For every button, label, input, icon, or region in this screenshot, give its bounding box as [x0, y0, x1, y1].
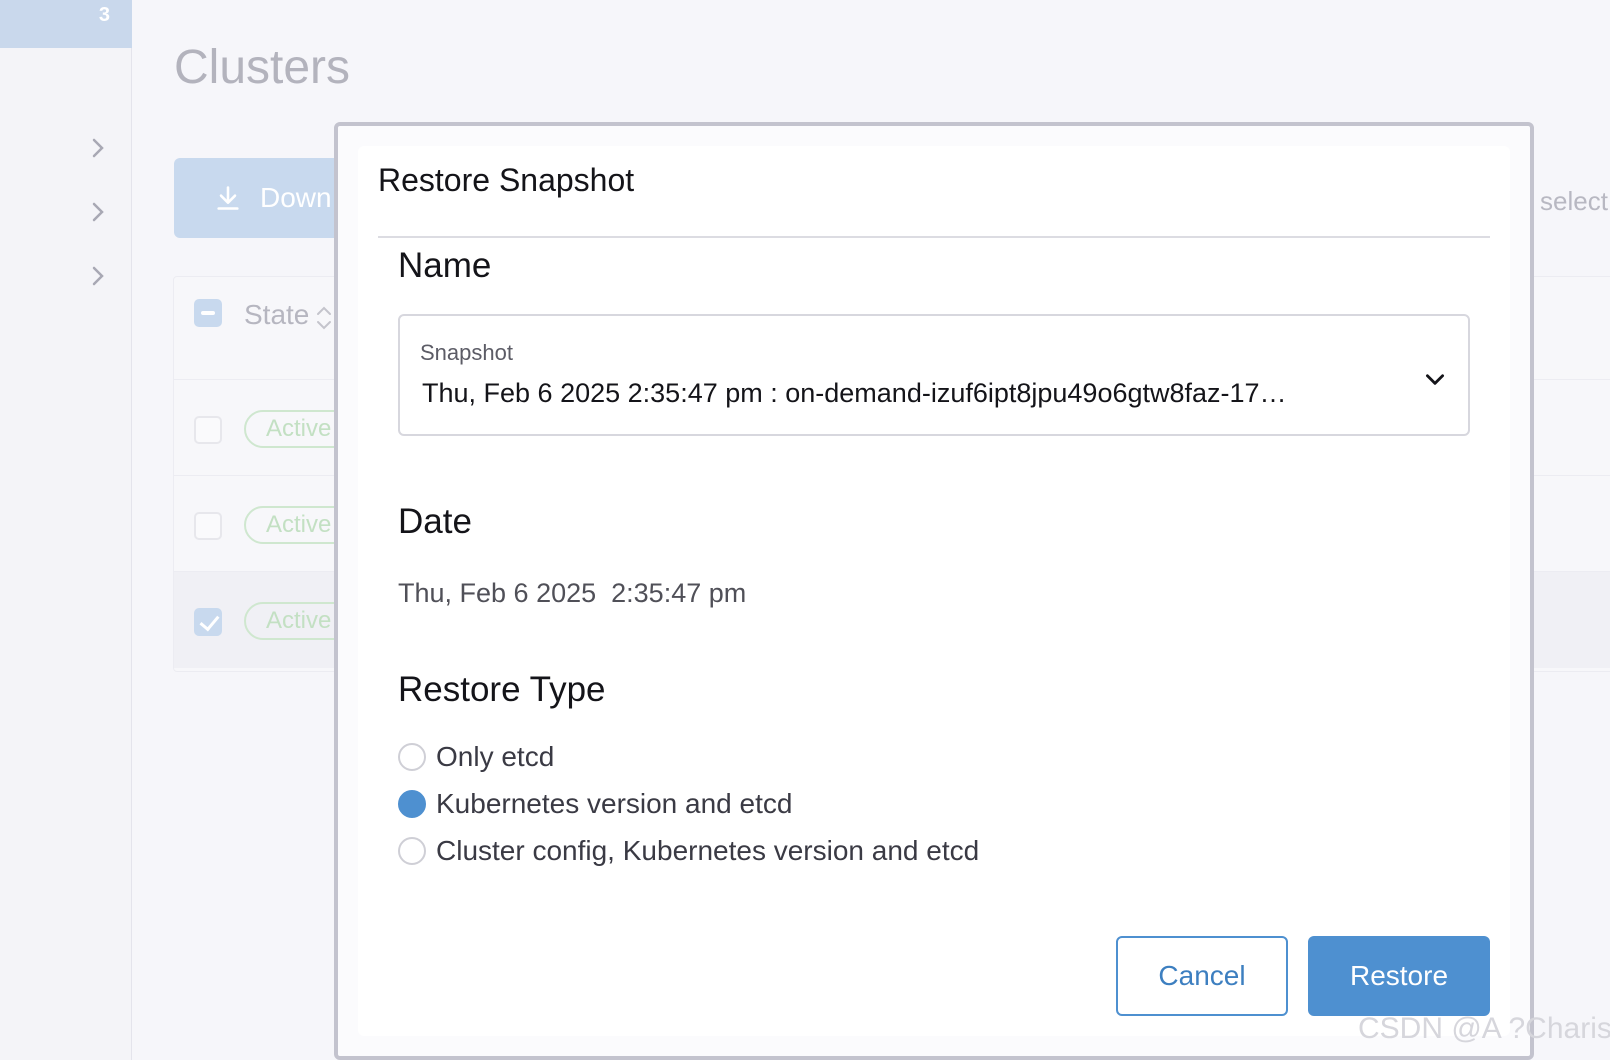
radio-button[interactable]: [398, 743, 426, 771]
column-header-state[interactable]: State: [244, 299, 309, 331]
chevron-right-icon[interactable]: [86, 200, 110, 224]
chevron-down-icon[interactable]: [1422, 366, 1448, 392]
date-heading: Date: [398, 502, 472, 541]
row-checkbox[interactable]: [194, 416, 222, 444]
page-title: Clusters: [174, 41, 351, 94]
radio-button[interactable]: [398, 790, 426, 818]
radio-button[interactable]: [398, 837, 426, 865]
sidebar: 3: [0, 0, 132, 1060]
dialog-title: Restore Snapshot: [378, 162, 635, 198]
restore-snapshot-dialog: Restore Snapshot Name Snapshot Thu, Feb …: [358, 146, 1510, 1036]
row-checkbox[interactable]: [194, 608, 222, 636]
download-button-label: Down: [260, 182, 332, 213]
snapshot-select[interactable]: Snapshot Thu, Feb 6 2025 2:35:47 pm : on…: [398, 314, 1470, 436]
radio-option-kubernetes-and-etcd[interactable]: Kubernetes version and etcd: [398, 787, 792, 821]
date-value: Thu, Feb 6 2025 2:35:47 pm: [398, 578, 747, 608]
download-icon: [217, 186, 239, 210]
radio-label: Kubernetes version and etcd: [436, 788, 793, 819]
divider: [378, 236, 1490, 238]
radio-option-cluster-config-kubernetes-and-etcd[interactable]: Cluster config, Kubernetes version and e…: [398, 834, 979, 868]
snapshot-select-label: Snapshot: [420, 340, 513, 365]
sidebar-badge: 3: [0, 0, 132, 48]
restore-type-heading: Restore Type: [398, 670, 606, 709]
restore-button[interactable]: Restore: [1308, 936, 1490, 1016]
cancel-button[interactable]: Cancel: [1116, 936, 1288, 1016]
snapshot-select-value: Thu, Feb 6 2025 2:35:47 pm : on-demand-i…: [422, 378, 1287, 408]
radio-label: Only etcd: [436, 741, 555, 772]
radio-option-only-etcd[interactable]: Only etcd: [398, 740, 554, 774]
radio-label: Cluster config, Kubernetes version and e…: [436, 835, 980, 866]
watermark: CSDN @A ?Charis: [1358, 1012, 1610, 1045]
sort-icon[interactable]: [314, 303, 334, 333]
chevron-right-icon[interactable]: [86, 264, 110, 288]
chevron-right-icon[interactable]: [86, 136, 110, 160]
name-heading: Name: [398, 246, 492, 285]
row-checkbox[interactable]: [194, 512, 222, 540]
selection-hint: select: [1540, 186, 1608, 216]
select-all-checkbox[interactable]: [194, 299, 222, 327]
